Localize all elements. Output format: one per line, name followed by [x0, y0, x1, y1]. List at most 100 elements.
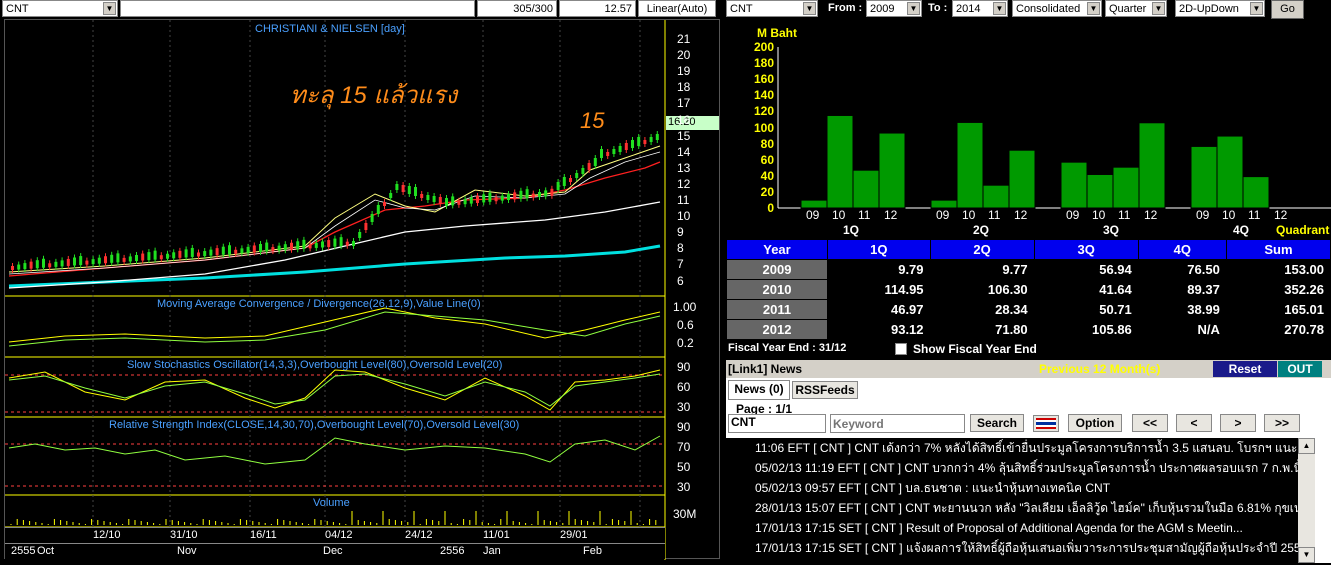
bar-y-tick: 80 [760, 136, 774, 151]
last-price-label: 16.20 [666, 116, 719, 130]
period-select[interactable]: Quarter ▼ [1105, 0, 1167, 17]
option-button[interactable]: Option [1068, 414, 1122, 432]
bar-quarter-label: 2Q [973, 223, 990, 237]
table-cell: 89.37 [1137, 279, 1227, 300]
date-tick: 24/12 [405, 529, 433, 541]
price-tick: 6 [677, 273, 684, 288]
price-tick: 21 [677, 32, 691, 46]
news-item[interactable]: 05/02/13 11:19 EFT [ CNT ] CNT บวกกว่า 4… [726, 458, 1298, 478]
news-item[interactable]: 11:06 EFT [ CNT ] CNT เด้งกว่า 7% หลังได… [726, 438, 1298, 458]
first-page-button[interactable]: << [1132, 414, 1168, 432]
bar-x-tick: 12 [1014, 208, 1028, 222]
last-page-button[interactable]: >> [1264, 414, 1300, 432]
thai-flag-icon[interactable] [1033, 415, 1059, 432]
rsi-tick: 30 [677, 480, 691, 494]
prev-page-button[interactable]: < [1176, 414, 1212, 432]
from-year-select[interactable]: 2009 ▼ [866, 0, 922, 17]
bar-quarter-label: 3Q [1103, 223, 1120, 237]
bar-x-tick: 11 [858, 208, 871, 222]
view-select[interactable]: 2D-UpDown ▼ [1175, 0, 1265, 17]
search-button[interactable]: Search [970, 414, 1024, 432]
date-tick: 11/01 [483, 529, 510, 541]
earnings-bar [1086, 173, 1114, 209]
date-tick: 16/11 [250, 529, 277, 541]
price-tick: 15 [677, 128, 691, 143]
table-cell-year: 2010 [726, 279, 828, 300]
table-header: 4Q [1137, 239, 1227, 260]
bar-quarter-label: 1Q [843, 223, 860, 237]
chart-title: CHRISTIANI & NIELSEN [day] [255, 23, 405, 35]
price-tick: 20 [677, 48, 691, 63]
period-value: Quarter [1109, 3, 1147, 15]
table-cell: 56.94 [1033, 259, 1139, 280]
chart-symbol-select[interactable]: CNT ▼ [2, 0, 118, 17]
fiscal-year-end-label: Fiscal Year End : 31/12 [728, 342, 847, 354]
next-page-button[interactable]: > [1220, 414, 1256, 432]
bar-x-tick: 12 [1274, 208, 1288, 222]
price-tick: 7 [677, 257, 684, 272]
tab-news[interactable]: News (0) [728, 380, 790, 400]
show-fiscal-checkbox[interactable] [895, 343, 907, 355]
bar-y-tick: 200 [753, 40, 774, 54]
news-item[interactable]: 05/02/13 09:57 EFT [ CNT ] บล.ธนชาต : แน… [726, 478, 1298, 498]
news-item[interactable]: 17/01/13 17:15 SET [ CNT ] Result of Pro… [726, 518, 1298, 538]
earnings-table: Year 1Q 2Q 3Q 4Q Sum 2009 9.79 9.77 56.9… [726, 239, 1331, 340]
keyword-input[interactable] [830, 414, 965, 433]
earnings-bar [1242, 176, 1270, 209]
stoch-tick: 60 [677, 380, 691, 394]
price-tick: 16 [677, 112, 691, 127]
date-tick: Dec [323, 545, 343, 557]
stock-chart[interactable]: CHRISTIANI & NIELSEN [day] ทะลุ 15 แล้วแ… [4, 19, 720, 560]
macd-tick: 0.2 [677, 336, 694, 350]
bar-x-tick: 11 [1248, 208, 1261, 222]
table-cell: 93.12 [827, 319, 931, 340]
reset-button[interactable]: Reset [1213, 361, 1277, 377]
go-button[interactable]: Go [1271, 0, 1304, 19]
earnings-bar [800, 199, 828, 209]
date-tick: 29/01 [560, 529, 588, 541]
chevron-down-icon[interactable]: ▼ [1152, 2, 1165, 15]
out-button[interactable]: OUT [1278, 361, 1322, 377]
chevron-down-icon[interactable]: ▼ [1250, 2, 1263, 15]
earnings-bar [1138, 122, 1166, 209]
scale-mode-field[interactable]: Linear(Auto) [638, 0, 716, 17]
statement-select[interactable]: Consolidated ▼ [1012, 0, 1102, 17]
chevron-down-icon[interactable]: ▼ [803, 2, 816, 15]
chevron-down-icon[interactable]: ▼ [993, 2, 1006, 15]
chart-name-field[interactable] [120, 0, 475, 17]
bar-chart-unit: M Baht [757, 26, 797, 40]
rsi-tick: 50 [677, 460, 691, 474]
table-cell: 28.34 [929, 299, 1035, 320]
stoch-tick: 30 [677, 400, 691, 414]
bar-x-tick: 11 [1118, 208, 1131, 222]
table-cell: 76.50 [1137, 259, 1227, 280]
chevron-down-icon[interactable]: ▼ [103, 2, 116, 15]
macd-tick: 1.00 [673, 300, 697, 314]
price-tick: 12 [677, 176, 691, 191]
scroll-down-icon[interactable]: ▼ [1298, 547, 1315, 563]
table-cell: 9.79 [827, 259, 931, 280]
flag-svg [1036, 418, 1056, 429]
news-symbol-input[interactable]: CNT [728, 414, 826, 433]
earnings-bar-svg [777, 47, 1331, 209]
bar-y-tick: 0 [767, 201, 774, 215]
chevron-down-icon[interactable]: ▼ [1087, 2, 1100, 15]
earnings-bar [1190, 145, 1218, 209]
table-cell: 165.01 [1225, 299, 1331, 320]
table-cell-year: 2009 [726, 259, 828, 280]
price-tick: 8 [677, 241, 684, 256]
news-item[interactable]: 28/01/13 15:07 EFT [ CNT ] CNT ทะยานนวก … [726, 498, 1298, 518]
fin-symbol-select[interactable]: CNT ▼ [726, 0, 818, 17]
chevron-down-icon[interactable]: ▼ [907, 2, 920, 15]
price-tick: 17 [677, 96, 691, 111]
date-tick: 12/10 [93, 529, 121, 541]
date-tick: 31/10 [170, 529, 198, 541]
to-year-select[interactable]: 2014 ▼ [952, 0, 1008, 17]
table-cell-year: 2012 [726, 319, 828, 340]
scroll-up-icon[interactable]: ▲ [1298, 438, 1315, 454]
tab-rssfeeds[interactable]: RSSFeeds [792, 381, 858, 399]
volume-tick: 30M [673, 507, 697, 521]
news-item[interactable]: 17/01/13 17:15 SET [ CNT ] แจ้งผลการให้ส… [726, 538, 1298, 558]
earnings-bar [982, 184, 1010, 209]
news-scrollbar[interactable]: ▲ ▼ [1298, 438, 1315, 563]
